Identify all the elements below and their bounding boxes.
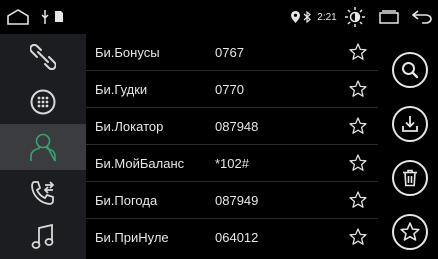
contact-number: 0767 xyxy=(215,45,244,60)
home-icon[interactable] xyxy=(6,6,30,28)
sidebar-item-dialpad[interactable] xyxy=(0,79,86,124)
sidebar xyxy=(0,34,86,259)
search-button[interactable] xyxy=(392,52,428,88)
delete-icon xyxy=(403,169,417,187)
back-icon[interactable] xyxy=(410,8,434,26)
download-button[interactable] xyxy=(392,106,428,142)
list-item[interactable]: Би.Погода 087949 xyxy=(86,182,378,219)
sidebar-item-contacts[interactable] xyxy=(0,124,86,170)
contacts-icon xyxy=(30,133,56,162)
contact-name: Би.Погода xyxy=(95,193,158,208)
sidebar-item-call-log[interactable] xyxy=(0,170,86,215)
star-icon[interactable] xyxy=(349,43,367,61)
contact-number: *102# xyxy=(215,156,249,171)
music-icon xyxy=(31,224,54,249)
star-icon[interactable] xyxy=(349,117,367,135)
star-icon[interactable] xyxy=(349,228,367,246)
sd-card-icon xyxy=(54,10,64,23)
contact-list: Би.Бонусы 0767 Би.Гудки 0770 Би.Локатор … xyxy=(86,34,378,259)
download-icon xyxy=(402,116,418,132)
list-item[interactable]: Би.Бонусы 0767 xyxy=(86,34,378,71)
list-item[interactable]: Би.ПриНуле 064012 xyxy=(86,219,378,256)
list-item[interactable]: Би.Гудки 0770 xyxy=(86,71,378,108)
contact-number: 087948 xyxy=(215,119,259,134)
contact-name: Би.Гудки xyxy=(95,82,148,97)
status-time: 2:21 xyxy=(317,11,337,23)
star-icon[interactable] xyxy=(349,191,367,209)
star-icon[interactable] xyxy=(349,80,367,98)
contact-number: 087949 xyxy=(215,193,259,208)
sidebar-item-music[interactable] xyxy=(0,215,86,259)
recent-apps-icon[interactable] xyxy=(377,8,401,26)
dialpad-icon xyxy=(30,89,56,114)
favorite-star-icon xyxy=(400,222,420,241)
bluetooth-icon xyxy=(302,10,312,24)
brightness-icon[interactable] xyxy=(343,5,367,29)
list-item[interactable]: Би.Локатор 087948 xyxy=(86,108,378,145)
action-bar xyxy=(378,34,438,259)
favorites-button[interactable] xyxy=(392,214,428,250)
contact-name: Би.Бонусы xyxy=(95,45,160,60)
call-log-icon xyxy=(31,180,55,205)
contact-number: 0770 xyxy=(215,82,244,97)
location-icon xyxy=(290,10,300,24)
usb-icon xyxy=(40,9,50,25)
contact-name: Би.Локатор xyxy=(95,119,164,134)
contact-name: Би.ПриНуле xyxy=(95,230,169,245)
delete-button[interactable] xyxy=(392,160,428,196)
search-icon xyxy=(402,62,419,79)
list-item[interactable]: Би.МойБаланс *102# xyxy=(86,145,378,182)
star-icon[interactable] xyxy=(349,154,367,172)
status-bar: 2:21 xyxy=(0,0,438,34)
contact-name: Би.МойБаланс xyxy=(95,156,185,171)
sidebar-item-link[interactable] xyxy=(0,34,86,79)
contact-number: 064012 xyxy=(215,230,259,245)
link-icon xyxy=(30,43,56,70)
